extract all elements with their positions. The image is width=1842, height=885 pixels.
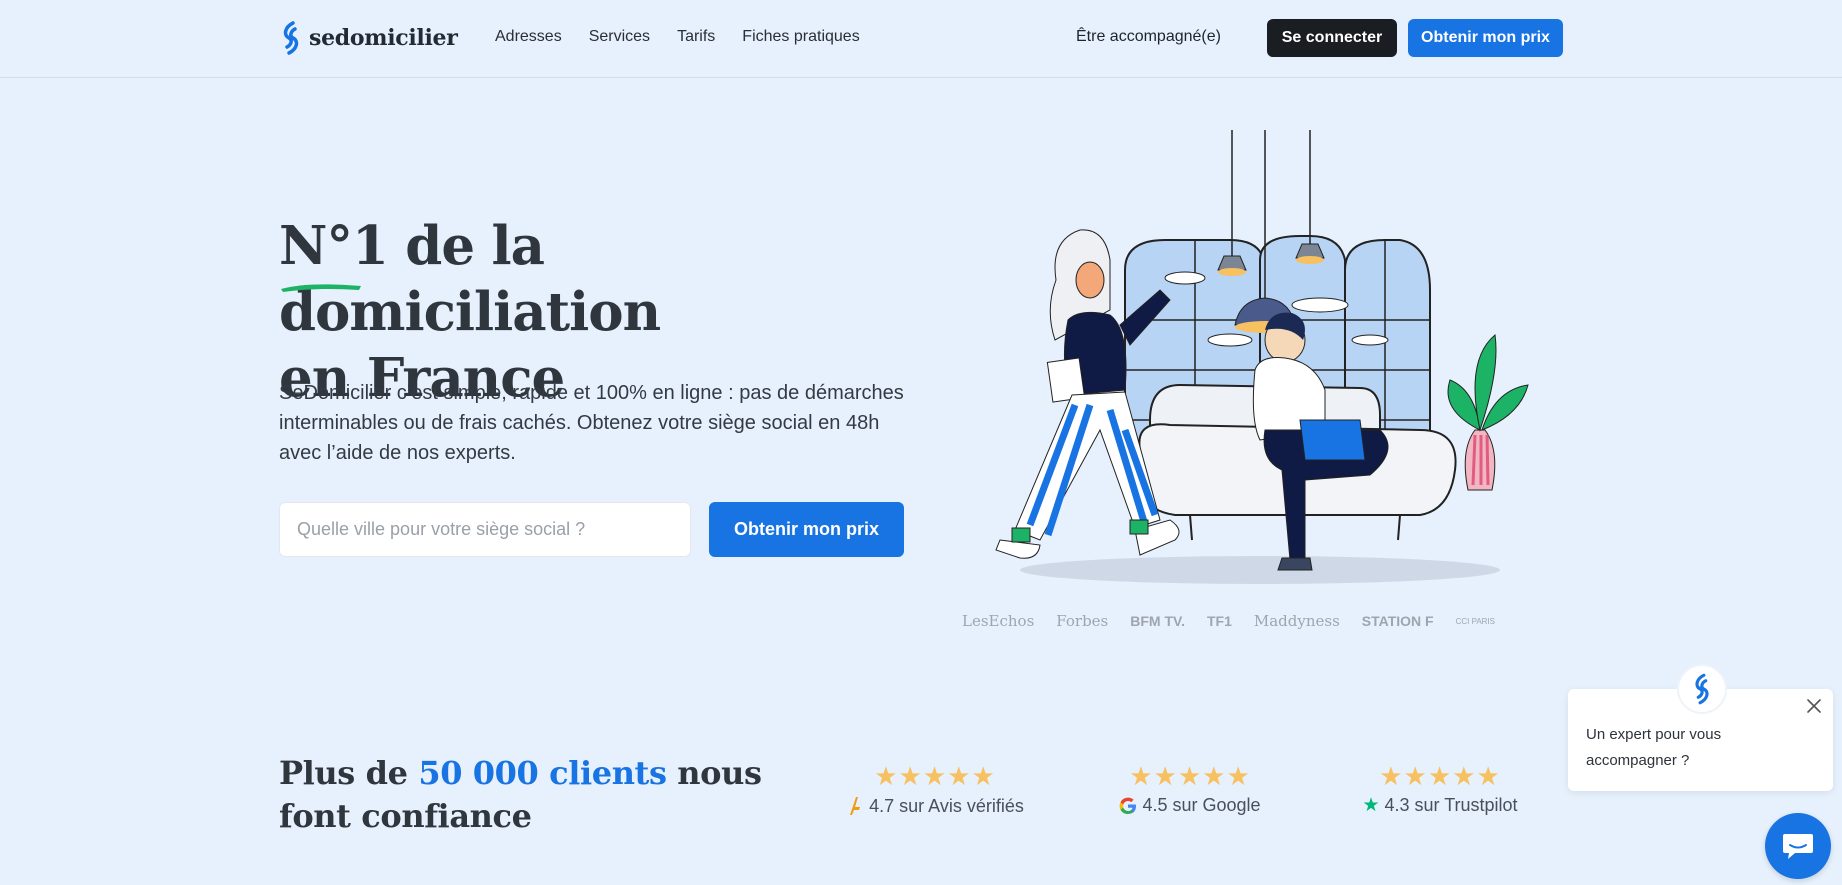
brand-logo[interactable]: sedomicilier	[279, 21, 458, 55]
site-header: sedomicilier Adresses Services Tarifs Fi…	[0, 0, 1842, 78]
get-price-button-hero[interactable]: Obtenir mon prix	[709, 502, 904, 557]
press-logo-maddyness: Maddyness	[1253, 612, 1340, 630]
hero-illustration	[995, 130, 1529, 584]
chat-message: Un expert pour vous accompagner ?	[1586, 726, 1722, 769]
rating-stars: ★★★★★	[1379, 761, 1501, 791]
city-search-input[interactable]	[279, 502, 691, 557]
press-logo-lesechos: LesEchos	[962, 612, 1035, 630]
brand-name: sedomicilier	[309, 25, 458, 51]
chat-avatar	[1677, 664, 1727, 714]
rating-google[interactable]: ★★★★★ 4.5 sur Google	[1110, 760, 1270, 816]
get-price-button-header[interactable]: Obtenir mon prix	[1408, 19, 1563, 57]
clients-heading-accent: 50 000 clients	[418, 754, 667, 792]
press-logo-tf1: TF1	[1206, 613, 1232, 629]
plant-illustration	[1447, 334, 1529, 491]
clients-heading: Plus de 50 000 clients nous font confian…	[279, 752, 799, 838]
hero-title-line1: N°1 de la domiciliation	[279, 215, 661, 343]
close-icon[interactable]	[1805, 697, 1823, 715]
rating-stars: ★★★★★	[1129, 761, 1251, 791]
main-nav: Adresses Services Tarifs Fiches pratique…	[495, 28, 860, 46]
trustpilot-star-icon: ★	[1362, 794, 1380, 816]
chat-bubble-icon	[1783, 834, 1813, 859]
logo-mark-icon	[1695, 673, 1709, 705]
rating-trustpilot[interactable]: ★★★★★ ★ 4.3 sur Trustpilot	[1350, 760, 1530, 816]
login-button[interactable]: Se connecter	[1267, 19, 1397, 57]
accompany-link[interactable]: Être accompagné(e)	[1076, 28, 1221, 46]
rating-avis-verifies[interactable]: ★★★★★ 4.7 sur Avis vérifiés	[840, 760, 1030, 817]
rating-text: 4.3 sur Trustpilot	[1384, 795, 1518, 815]
nav-item-tarifs[interactable]: Tarifs	[677, 28, 715, 46]
google-icon	[1120, 797, 1137, 814]
press-logo-stationf: STATION F	[1361, 613, 1434, 629]
avis-verifies-icon	[850, 797, 861, 815]
hero-description: SeDomicilier c’est simple, rapide et 100…	[279, 382, 904, 464]
clients-heading-prefix: Plus de	[279, 754, 419, 792]
nav-item-adresses[interactable]: Adresses	[495, 28, 562, 46]
logo-mark-icon	[283, 21, 299, 55]
press-logo-bfmtv: BFM TV.	[1130, 613, 1185, 629]
nav-item-fiches-pratiques[interactable]: Fiches pratiques	[742, 28, 859, 46]
nav-item-services[interactable]: Services	[589, 28, 650, 46]
chat-open-button[interactable]	[1765, 813, 1831, 879]
rating-text: 4.7 sur Avis vérifiés	[869, 795, 1024, 816]
green-underline-decoration	[281, 284, 361, 292]
press-logo-cci-paris: CCI PARIS	[1455, 616, 1496, 626]
press-logo-forbes: Forbes	[1056, 612, 1109, 630]
press-logos: LesEchos Forbes BFM TV. TF1 Maddyness ST…	[962, 606, 1517, 636]
rating-text: 4.5 sur Google	[1142, 795, 1261, 815]
rating-stars: ★★★★★	[874, 761, 996, 791]
